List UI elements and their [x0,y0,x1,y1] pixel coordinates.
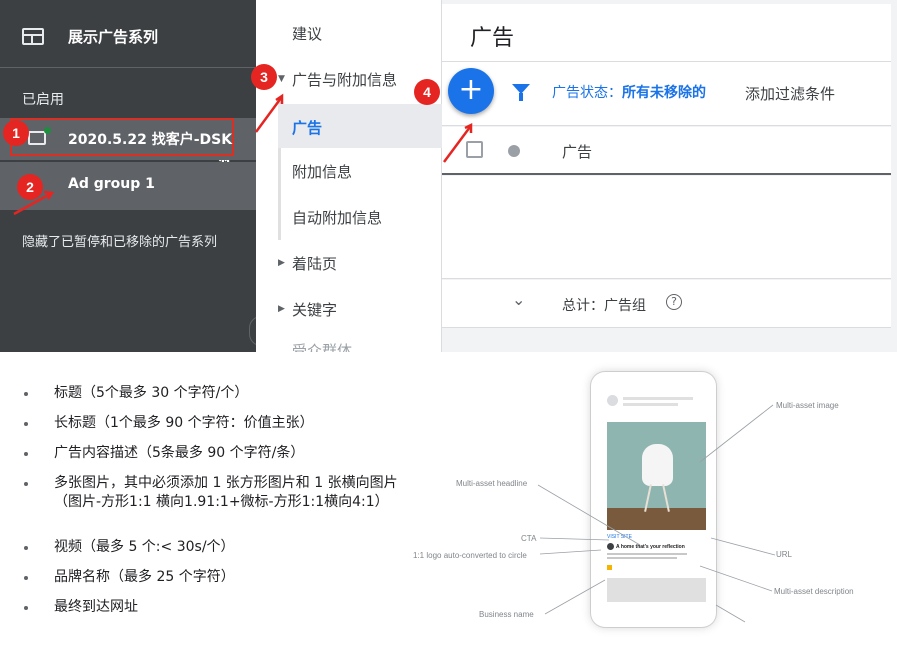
ad-headline-text: A home that's your reflection [616,544,685,550]
page-nav-menu: 建议 ▼ 广告与附加信息 广告 附加信息 自动附加信息 ▶ 着陆页 ▶ 关键字 … [256,0,442,352]
page-header: 广告 [442,4,891,62]
ad-status-filter-value: 所有未移除的 [622,85,706,101]
annotation-badge-3: 3 [251,64,277,90]
filter-icon[interactable] [512,84,530,101]
callout-multi-asset-description: Multi-asset description [774,587,854,596]
enabled-filter-row: 已启用 ⇅ [0,70,256,175]
total-label: 总计：广告组 [562,298,646,314]
nav-item-auto-extensions[interactable]: 自动附加信息 [292,207,382,228]
ad-status-filter-label: 广告状态： [552,85,622,101]
help-icon[interactable]: ? [666,294,682,310]
responsive-ad-phone-preview: VISIT SITE A home that's your reflection [591,372,716,627]
placeholder-line [623,397,693,400]
nav-item-keywords[interactable]: 关键字 [292,299,337,320]
ad-description-line [607,557,677,559]
chevron-down-icon[interactable]: ⌄ [512,290,525,309]
list-item: 长标题（1个最多 90 个字符：价值主张） [22,414,314,433]
business-tag-icon [607,565,612,570]
table-header: 广告 [442,127,891,175]
nav-item-extensions[interactable]: 附加信息 [292,161,352,182]
ad-status-filter[interactable]: 广告状态：所有未移除的 [552,82,706,102]
callout-logo: 1:1 logo auto-converted to circle [413,551,527,560]
ad-logo-circle [607,543,614,550]
ad-description-line [607,553,687,555]
campaign-icon [28,131,46,145]
image-floor [607,508,706,530]
add-ad-button[interactable]: + [448,68,494,114]
campaign-item[interactable]: 2020.5.22 找客户-DSK [0,118,256,160]
table-body [442,176,891,279]
hidden-campaigns-note: 隐藏了已暂停和已移除的广告系列 [22,235,218,250]
list-item: 标题（5个最多 30 个字符/个） [22,384,248,403]
campaign-panel-header[interactable]: 展示广告系列 [0,0,256,68]
list-item: 品牌名称（最多 25 个字符） [22,568,235,587]
placeholder-line [623,403,678,406]
nav-item-recommendations[interactable]: 建议 [292,23,322,44]
callout-business-name: Business name [479,610,534,619]
ad-image-chair [607,422,706,530]
ads-screenshot: 展示广告系列 已启用 ⇅ 2020.5.22 找客户-DSK Ad group … [0,0,897,352]
nav-item-landing-pages[interactable]: 着陆页 [292,253,337,274]
callout-cta: CTA [521,534,537,543]
campaign-panel: 展示广告系列 已启用 ⇅ 2020.5.22 找客户-DSK Ad group … [0,0,256,352]
column-header-ad[interactable]: 广告 [562,141,592,162]
main-content: 广告 + 广告状态：所有未移除的 添加过滤条件 广告 ⌄ 总计：广告组 ? [442,0,897,352]
nav-item-ads-extensions[interactable]: 广告与附加信息 [292,69,397,90]
add-filter-button[interactable]: 添加过滤条件 [745,83,835,104]
callout-multi-asset-headline: Multi-asset headline [456,479,528,488]
ad-cta-text: VISIT SITE [607,534,632,540]
campaign-name: 2020.5.22 找客户-DSK [68,132,233,148]
callout-multi-asset-image: Multi-asset image [776,401,839,410]
page-title: 广告 [470,26,515,51]
expand-caret-icon: ▼ [278,74,285,84]
list-item: 广告内容描述（5条最多 90 个字符/条） [22,444,304,463]
collapsed-caret-icon: ▶ [278,258,285,268]
image-chair-seat [642,444,673,486]
ad-group-name: Ad group 1 [68,176,155,192]
enabled-label: 已启用 [22,92,64,108]
campaign-panel-title: 展示广告系列 [68,28,159,46]
select-all-checkbox[interactable] [466,141,483,158]
list-item: 最终到达网址 [22,598,138,617]
total-row: ⌄ 总计：广告组 ? [442,280,891,328]
collapsed-caret-icon: ▶ [278,304,285,314]
annotation-badge-1: 1 [3,120,29,146]
ad-bottom-placeholder [607,578,706,602]
filter-bar: + 广告状态：所有未移除的 添加过滤条件 [442,62,891,126]
nav-item-ads[interactable]: 广告 [278,104,442,148]
list-item: 多张图片，其中必须添加 1 张方形图片和 1 张横向图片（图片-方形1:1 横向… [22,474,407,512]
status-column-icon [508,145,520,157]
display-campaign-icon [22,28,44,45]
phone-avatar-placeholder [607,395,618,406]
list-item: 视频（最多 5 个:< 30s/个） [22,538,235,557]
enabled-status-dot [44,127,51,134]
annotation-badge-2: 2 [17,174,43,200]
callout-url: URL [776,550,793,559]
nav-item-audiences[interactable]: 受众群体 [292,340,352,352]
nav-item-ads-label: 广告 [292,119,323,137]
annotation-badge-4: 4 [414,79,440,105]
